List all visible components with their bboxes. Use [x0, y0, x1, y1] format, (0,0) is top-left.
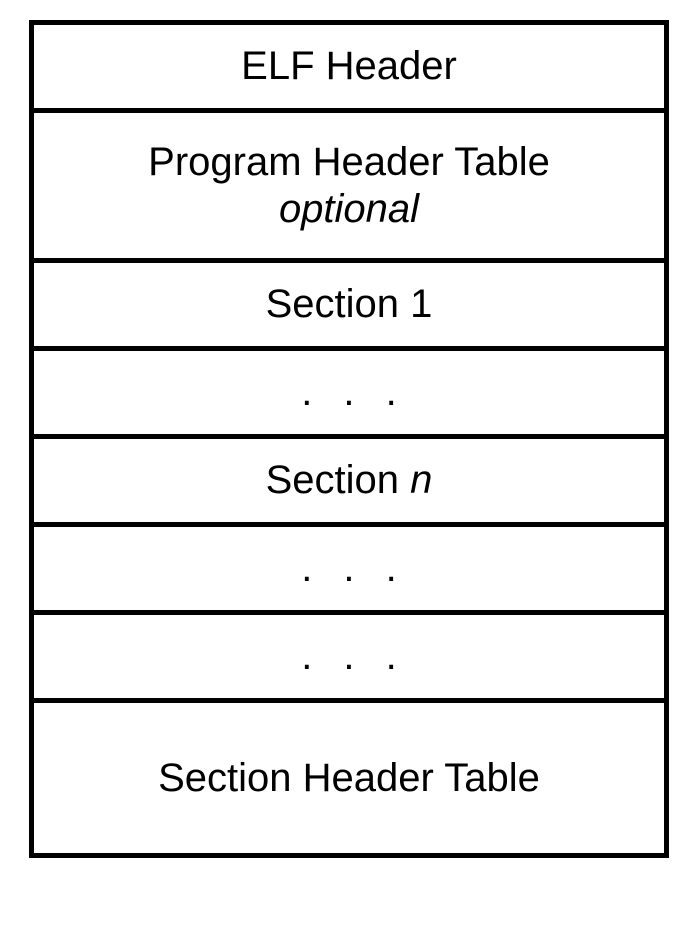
- section-header-table-label: Section Header Table: [158, 756, 540, 801]
- elf-header-label: ELF Header: [241, 44, 457, 89]
- ellipsis-1: . . .: [291, 370, 407, 415]
- section-n-suffix: n: [410, 458, 432, 502]
- section-n-prefix: Section: [266, 458, 411, 502]
- program-header-table-cell: Program Header Table optional: [34, 113, 664, 263]
- program-header-table-label: Program Header Table: [148, 140, 550, 185]
- section-n-cell: Section n: [34, 439, 664, 527]
- program-header-table-subtext: optional: [279, 187, 419, 232]
- ellipsis-3: . . .: [291, 634, 407, 679]
- ellipsis-cell-1: . . .: [34, 351, 664, 439]
- ellipsis-cell-3: . . .: [34, 615, 664, 703]
- elf-linking-view-diagram: ELF Header Program Header Table optional…: [29, 20, 669, 858]
- section-n-label: Section n: [266, 458, 433, 503]
- section-header-table-cell: Section Header Table: [34, 703, 664, 853]
- section-1-cell: Section 1: [34, 263, 664, 351]
- ellipsis-2: . . .: [291, 546, 407, 591]
- section-1-label: Section 1: [266, 282, 433, 327]
- ellipsis-cell-2: . . .: [34, 527, 664, 615]
- elf-header-cell: ELF Header: [34, 25, 664, 113]
